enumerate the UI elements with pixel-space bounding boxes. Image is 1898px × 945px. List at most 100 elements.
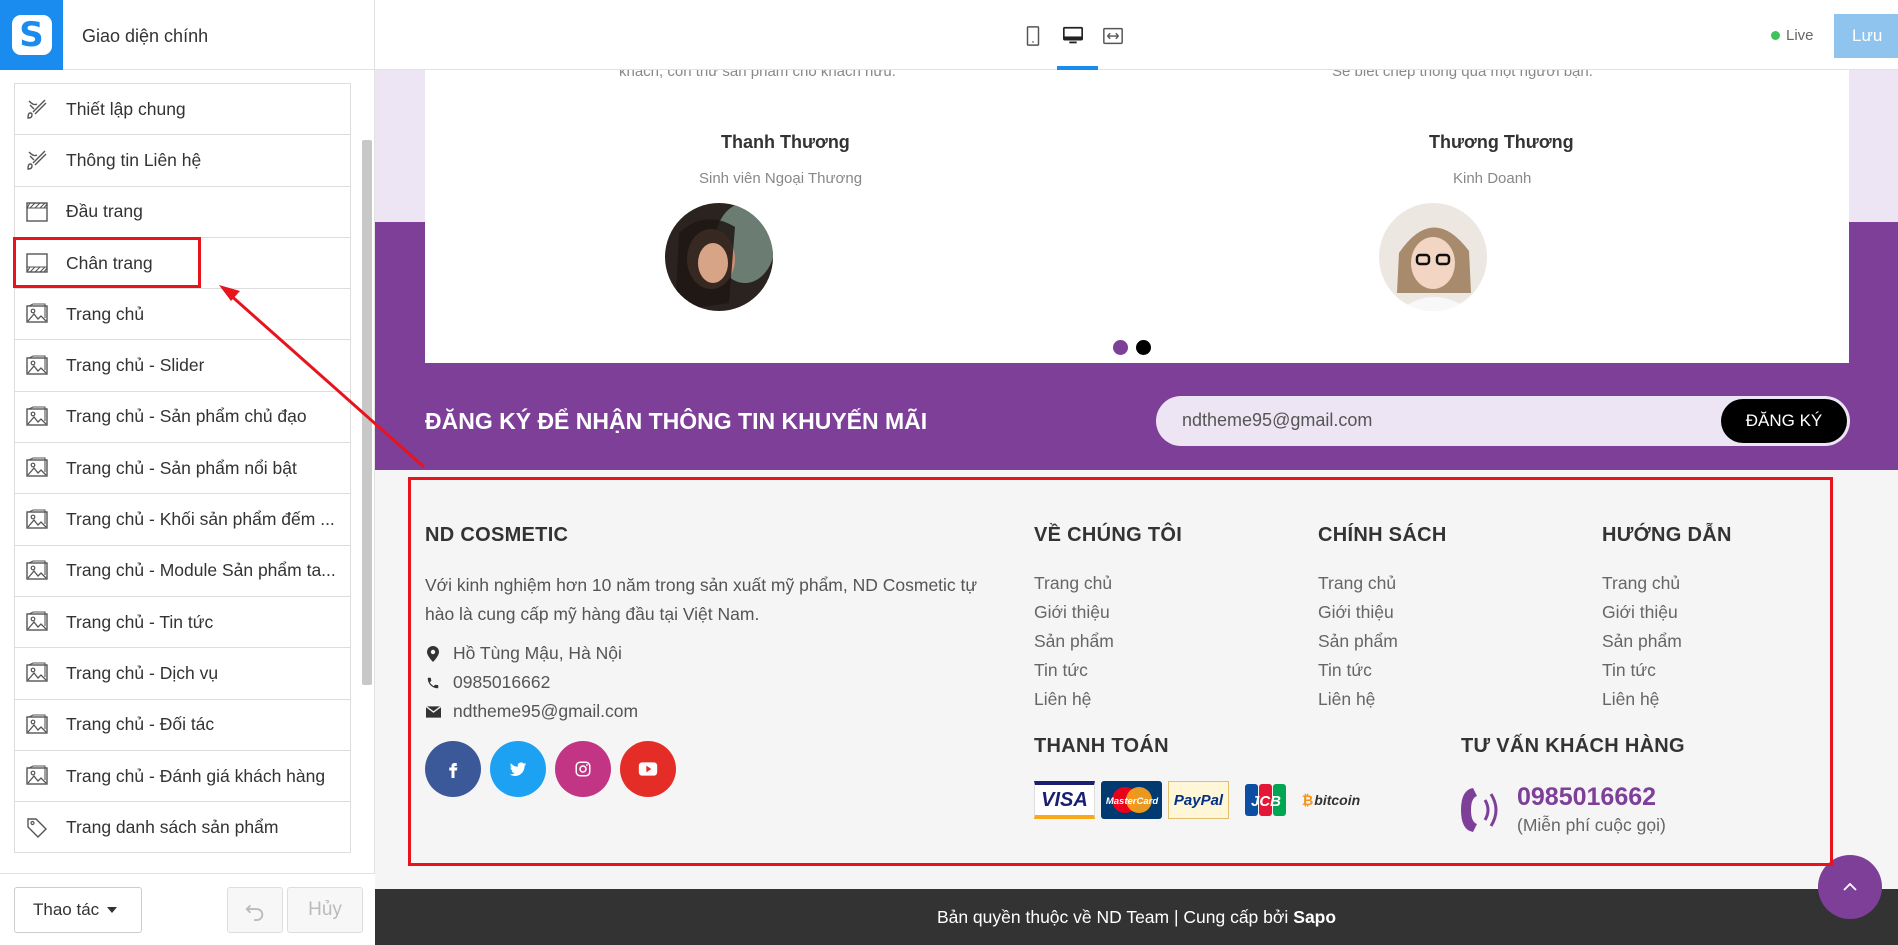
sidebar-item-label: Trang danh sách sản phẩm [66,816,279,837]
save-button[interactable]: Lưu [1834,14,1898,58]
footer-link[interactable]: Sản phẩm [1602,631,1682,652]
newsletter-email-input[interactable] [1182,410,1662,431]
testimonial-card: khách, còn thử sản phẩm cho khách hữu. S… [425,70,1849,363]
sidebar-item[interactable]: Trang danh sách sản phẩm [15,802,350,854]
image-icon [25,764,49,788]
cancel-button[interactable]: Hủy [287,887,363,933]
sidebar-item[interactable]: Trang chủ - Đánh giá khách hàng [15,750,350,803]
fullwidth-icon [1103,27,1123,45]
footer-link[interactable]: Trang chủ [1034,573,1112,594]
footer-link[interactable]: Sản phẩm [1034,631,1114,652]
facebook-button[interactable] [425,741,481,797]
footer-column-title: HƯỚNG DẪN [1602,524,1732,546]
sidebar-item[interactable]: Trang chủ - Slider [15,340,350,392]
undo-button[interactable] [227,887,283,933]
sidebar-item[interactable]: Trang chủ - Khối sản phẩm đếm ... [15,494,350,546]
footer-email: ndtheme95@gmail.com [425,701,638,722]
sidebar-item[interactable]: Thiết lập chung [15,84,350,136]
mastercard-text: MasterCard [1105,796,1157,807]
settings-menu: Thiết lập chung Thông tin Liên hệ Đầu tran… [14,83,351,854]
actions-dropdown[interactable]: Thao tác [14,887,142,933]
subscribe-button[interactable]: ĐĂNG KÝ [1721,399,1847,443]
email-text[interactable]: ndtheme95@gmail.com [453,701,638,722]
sidebar: Thiết lập chung Thông tin Liên hệ Đầu tran… [0,70,375,945]
footer-phone: 0985016662 [425,672,550,693]
carousel-dot[interactable] [1136,340,1151,355]
theme-preview: khách, còn thử sản phẩm cho khách hữu. S… [375,70,1898,945]
sapo-logo[interactable]: S [0,0,63,70]
footer-link[interactable]: Tin tức [1034,660,1088,681]
sidebar-item[interactable]: Trang chủ - Sản phẩm nổi bật [15,443,350,495]
live-dot-icon [1771,31,1780,40]
footer-link[interactable]: Giới thiệu [1034,602,1110,623]
footer-link[interactable]: Giới thiệu [1602,602,1678,623]
sidebar-item[interactable]: Trang chủ - Dịch vụ [15,648,350,700]
avatar [665,203,773,311]
sidebar-item-label: Thông tin Liên hệ [66,149,202,170]
footer-link[interactable]: Trang chủ [1602,573,1680,594]
jcb-logo: JCB [1245,781,1287,819]
sidebar-item[interactable]: Trang chủ - Module Sản phẩm ta... [15,545,350,597]
sidebar-item[interactable]: Trang chủ - Đối tác [15,699,350,751]
footer-link[interactable]: Liên hệ [1602,689,1659,710]
youtube-button[interactable] [620,741,676,797]
image-icon [25,508,49,532]
footer-link[interactable]: Giới thiệu [1318,602,1394,623]
desktop-view-button[interactable] [1060,20,1086,52]
sapo-logo-letter: S [11,15,52,55]
footer-address: Hồ Tùng Mậu, Hà Nội [425,643,622,664]
sidebar-item-label: Trang chủ - Dịch vụ [66,662,219,683]
footer-description: Với kinh nghiệm hơn 10 năm trong sản xuấ… [425,575,978,624]
copyright-bar: Bản quyền thuộc về ND Team | Cung cấp bở… [375,889,1898,945]
actions-label: Thao tác [33,900,100,919]
sidebar-item[interactable]: Trang chủ [15,289,350,341]
top-bar: S Giao diện chính Live Lưu [0,0,1898,70]
scroll-to-top-button[interactable] [1818,855,1882,919]
hotline-note: (Miễn phí cuộc gọi) [1517,815,1666,835]
page-title: Giao diện chính [82,26,209,46]
phone-text[interactable]: 0985016662 [453,672,550,693]
twitter-button[interactable] [490,741,546,797]
footer-link[interactable]: Sản phẩm [1318,631,1398,652]
sidebar-item[interactable]: Trang chủ - Tin tức [15,596,350,649]
sidebar-item[interactable]: Thông tin Liên hệ [15,135,350,187]
sidebar-item-label: Trang chủ - Khối sản phẩm đếm ... [66,509,335,530]
undo-icon [245,904,264,921]
facebook-icon [449,763,458,778]
sidebar-scrollbar[interactable] [362,140,372,685]
footer-link[interactable]: Liên hệ [1034,689,1091,710]
image-icon [25,610,49,634]
footer-link[interactable]: Tin tức [1318,660,1372,681]
copyright-text: Bản quyền thuộc về ND Team | Cung cấp bở… [936,906,1289,927]
footer-link[interactable]: Trang chủ [1318,573,1396,594]
bitcoin-logo: ₿ bitcoin [1301,781,1361,819]
footer-link[interactable]: Liên hệ [1318,689,1375,710]
desktop-icon [1063,26,1083,44]
phone-icon [425,675,441,691]
sidebar-item[interactable]: Trang chủ - Sản phẩm chủ đạo [15,391,350,444]
sidebar-item-label: Trang chủ - Slider [66,355,205,376]
phone-ring-icon [1459,782,1501,843]
sidebar-item-label: Chân trang [66,252,153,273]
copyright-brand[interactable]: Sapo [1293,907,1336,928]
header-icon [25,200,49,224]
sidebar-footer: Thao tác Hủy [0,873,375,945]
sidebar-item[interactable]: Chân trang [15,237,350,290]
footer-column-title: CHÍNH SÁCH [1318,524,1447,546]
live-status: Live [1771,27,1814,44]
sidebar-item[interactable]: Đầu trang [15,186,350,238]
sidebar-item-label: Trang chủ - Đối tác [66,714,215,735]
mobile-view-button[interactable] [1020,20,1046,52]
envelope-icon [425,704,441,720]
twitter-icon [509,762,527,776]
footer-link[interactable]: Tin tức [1602,660,1656,681]
testimonial-name: Thương Thương [1429,132,1574,152]
carousel-dot-active[interactable] [1113,340,1128,355]
newsletter-form: ĐĂNG KÝ [1156,396,1850,446]
fullwidth-view-button[interactable] [1100,20,1126,52]
image-icon [25,713,49,737]
sidebar-item-label: Trang chủ - Sản phẩm chủ đạo [66,406,307,427]
image-icon [25,559,49,583]
hotline-number[interactable]: 0985016662 [1517,783,1656,812]
instagram-button[interactable] [555,741,611,797]
